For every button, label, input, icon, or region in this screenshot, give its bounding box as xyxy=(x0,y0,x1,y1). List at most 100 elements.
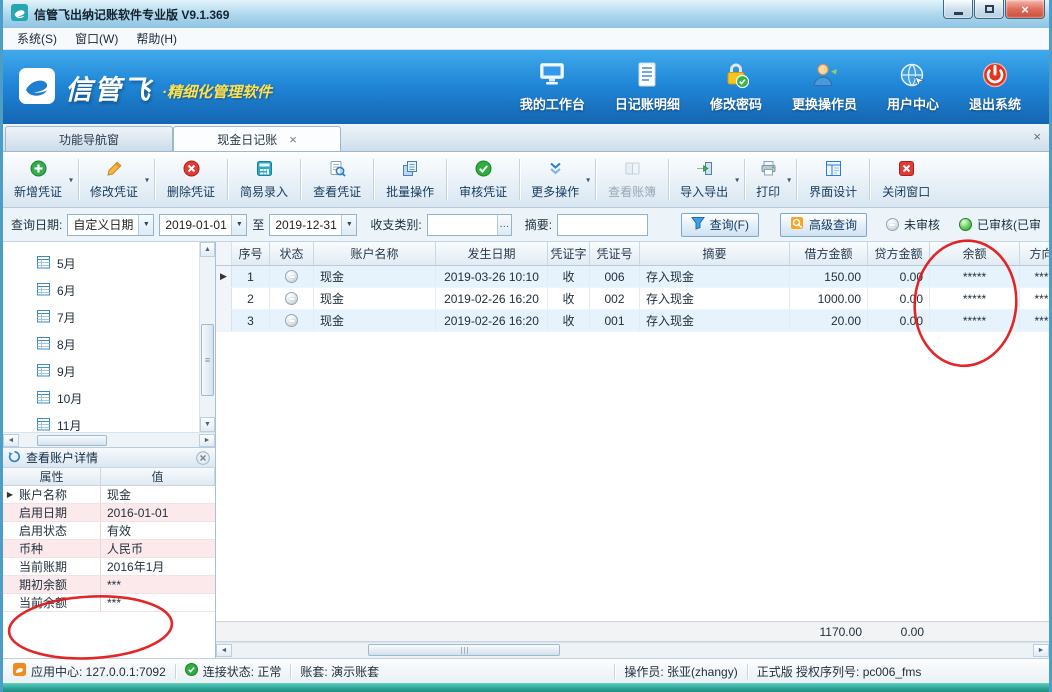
tabstrip-close-icon[interactable]: × xyxy=(1033,129,1041,144)
col-voucher-word[interactable]: 凭证字 xyxy=(548,242,590,265)
account-detail-title: 查看账户详情 xyxy=(26,449,98,466)
col-debit[interactable]: 借方金额 xyxy=(790,242,868,265)
maximize-button[interactable] xyxy=(974,0,1004,19)
summary-input[interactable] xyxy=(558,215,647,235)
scroll-left-arrow[interactable]: ◄ xyxy=(3,434,19,447)
toolbar-button-quick-entry[interactable]: 简易录入 xyxy=(230,154,298,205)
query-button[interactable]: 查询(F) xyxy=(681,213,759,237)
cell-number: 002 xyxy=(590,288,640,309)
tree-item-month[interactable]: 8月 xyxy=(37,331,199,358)
menu-help[interactable]: 帮助(H) xyxy=(128,28,185,49)
tree-item-month[interactable]: 7月 xyxy=(37,304,199,331)
col-status[interactable]: 状态 xyxy=(270,242,314,265)
toolbar-button-delete-voucher[interactable]: 删除凭证 xyxy=(157,154,225,205)
toolbar-button-new-voucher[interactable]: 新增凭证 ▾ xyxy=(5,154,76,205)
toolbar-separator xyxy=(227,159,228,200)
col-seq[interactable]: 序号 xyxy=(232,242,270,265)
toolbar-button-close-window[interactable]: 关闭窗口 xyxy=(872,154,940,205)
detail-row-status[interactable]: 启用状态 有效 xyxy=(3,522,215,540)
grid-row[interactable]: 2 现金 2019-02-26 16:20 收 002 存入现金 1000.00… xyxy=(216,288,1049,310)
category-input[interactable] xyxy=(428,215,497,235)
banner-action-switch-operator[interactable]: 更换操作员 xyxy=(792,61,857,113)
banner-action-journal-detail[interactable]: 日记账明细 xyxy=(615,61,680,113)
maximize-icon xyxy=(985,5,994,13)
tree-item-month[interactable]: 10月 xyxy=(37,385,199,412)
dropdown-arrow-icon[interactable]: ▾ xyxy=(586,175,590,184)
menu-system[interactable]: 系统(S) xyxy=(9,28,65,49)
toolbar-button-batch-operations[interactable]: 批量操作 xyxy=(376,154,444,205)
tab-cash-journal[interactable]: 现金日记账 × xyxy=(173,126,341,151)
detail-row-opening-balance[interactable]: 期初余额 *** xyxy=(3,576,215,594)
toolbar-button-view-ledger[interactable]: 查看账簿 xyxy=(598,154,666,205)
scroll-right-arrow[interactable]: ► xyxy=(199,434,215,447)
advanced-query-button[interactable]: 高级查询 xyxy=(780,213,867,237)
sheet-icon xyxy=(37,336,50,353)
cell-credit: 0.00 xyxy=(868,310,930,331)
banner-action-change-password[interactable]: 修改密码 xyxy=(710,61,762,113)
connection-ok-icon xyxy=(185,663,198,679)
scrollbar-thumb[interactable] xyxy=(368,644,560,656)
tree-item-month[interactable]: 6月 xyxy=(37,277,199,304)
banner-action-user-center[interactable]: 用户中心 xyxy=(887,61,939,113)
minimize-button[interactable] xyxy=(943,0,973,19)
cell-account: 现金 xyxy=(314,310,436,331)
banner-action-workspace[interactable]: 我的工作台 xyxy=(520,61,585,113)
scrollbar-thumb[interactable]: ≡ xyxy=(201,324,214,396)
date-mode-select[interactable]: 自定义日期 ▼ xyxy=(67,214,154,236)
detail-close-icon[interactable] xyxy=(196,451,210,465)
chevron-down-icon: ▼ xyxy=(138,215,153,235)
toolbar-button-print[interactable]: 打印 ▾ xyxy=(747,154,794,205)
cell-word: 收 xyxy=(548,310,590,331)
brand-slogan: ·精细化管理软件 xyxy=(162,81,272,102)
tab-close-icon[interactable]: × xyxy=(289,133,297,146)
col-voucher-no[interactable]: 凭证号 xyxy=(590,242,640,265)
detail-row-currency[interactable]: 币种 人民币 xyxy=(3,540,215,558)
col-summary[interactable]: 摘要 xyxy=(640,242,790,265)
tree-item-month[interactable]: 11月 xyxy=(37,412,199,432)
col-account[interactable]: 账户名称 xyxy=(314,242,436,265)
dropdown-arrow-icon[interactable]: ▾ xyxy=(145,175,149,184)
filter-bar: 查询日期: 自定义日期 ▼ 2019-01-01 ▼ 至 2019-12-31 … xyxy=(3,208,1049,242)
cell-debit: 1000.00 xyxy=(790,288,868,309)
indicator-header-cell xyxy=(216,242,232,265)
grid-row[interactable]: 3 现金 2019-02-26 16:20 收 001 存入现金 20.00 0… xyxy=(216,310,1049,332)
date-from-select[interactable]: 2019-01-01 ▼ xyxy=(159,214,247,236)
tree-item-month[interactable]: 5月 xyxy=(37,250,199,277)
col-credit[interactable]: 贷方金额 xyxy=(868,242,930,265)
scroll-up-arrow[interactable]: ▲ xyxy=(200,242,215,257)
menu-window[interactable]: 窗口(W) xyxy=(67,28,126,49)
scroll-right-arrow[interactable]: ► xyxy=(1033,644,1049,657)
toolbar-button-ui-design[interactable]: 界面设计 xyxy=(799,154,867,205)
scrollbar-thumb[interactable] xyxy=(37,435,107,446)
detail-row-current-balance[interactable]: 当前余额 *** xyxy=(3,594,215,612)
toolbar-button-view-voucher[interactable]: 查看凭证 xyxy=(303,154,371,205)
grid-row[interactable]: ▶ 1 现金 2019-03-26 10:10 收 006 存入现金 150.0… xyxy=(216,266,1049,288)
tree-item-month[interactable]: 9月 xyxy=(37,358,199,385)
scroll-down-arrow[interactable]: ▼ xyxy=(200,417,215,432)
dropdown-arrow-icon[interactable]: ▾ xyxy=(69,175,73,184)
brand: 信管飞 ·精细化管理软件 xyxy=(19,68,272,107)
cell-word: 收 xyxy=(548,266,590,287)
detail-row-current-period[interactable]: 当前账期 2016年1月 xyxy=(3,558,215,576)
detail-row-account-name[interactable]: ▶ 账户名称 现金 xyxy=(3,486,215,504)
scroll-left-arrow[interactable]: ◄ xyxy=(216,644,232,657)
detail-row-start-date[interactable]: 启用日期 2016-01-01 xyxy=(3,504,215,522)
sheet-icon xyxy=(37,390,50,407)
tab-function-nav[interactable]: 功能导航窗 xyxy=(5,126,173,151)
toolbar-button-audit-voucher[interactable]: 审核凭证 xyxy=(449,154,517,205)
col-date[interactable]: 发生日期 xyxy=(436,242,548,265)
toolbar-button-modify-voucher[interactable]: 修改凭证 ▾ xyxy=(81,154,152,205)
dropdown-arrow-icon[interactable]: ▾ xyxy=(735,175,739,184)
col-direction[interactable]: 方向 xyxy=(1020,242,1049,265)
tree-horizontal-scrollbar: ◄ ► xyxy=(3,432,215,447)
category-ellipsis-button[interactable]: … xyxy=(497,215,511,235)
date-to-select[interactable]: 2019-12-31 ▼ xyxy=(269,214,357,236)
col-balance[interactable]: 余额 xyxy=(930,242,1020,265)
toolbar-button-import-export[interactable]: 导入导出 ▾ xyxy=(671,154,742,205)
toolbar-button-more-operations[interactable]: 更多操作 ▾ xyxy=(522,154,593,205)
banner-action-exit[interactable]: 退出系统 xyxy=(969,61,1021,113)
status-bar: 应用中心: 127.0.0.1:7092 连接状态: 正常 账套: 演示账套 操… xyxy=(3,658,1049,683)
dropdown-arrow-icon[interactable]: ▾ xyxy=(787,175,791,184)
refresh-icon[interactable] xyxy=(8,450,21,466)
close-button[interactable]: × xyxy=(1005,0,1045,19)
